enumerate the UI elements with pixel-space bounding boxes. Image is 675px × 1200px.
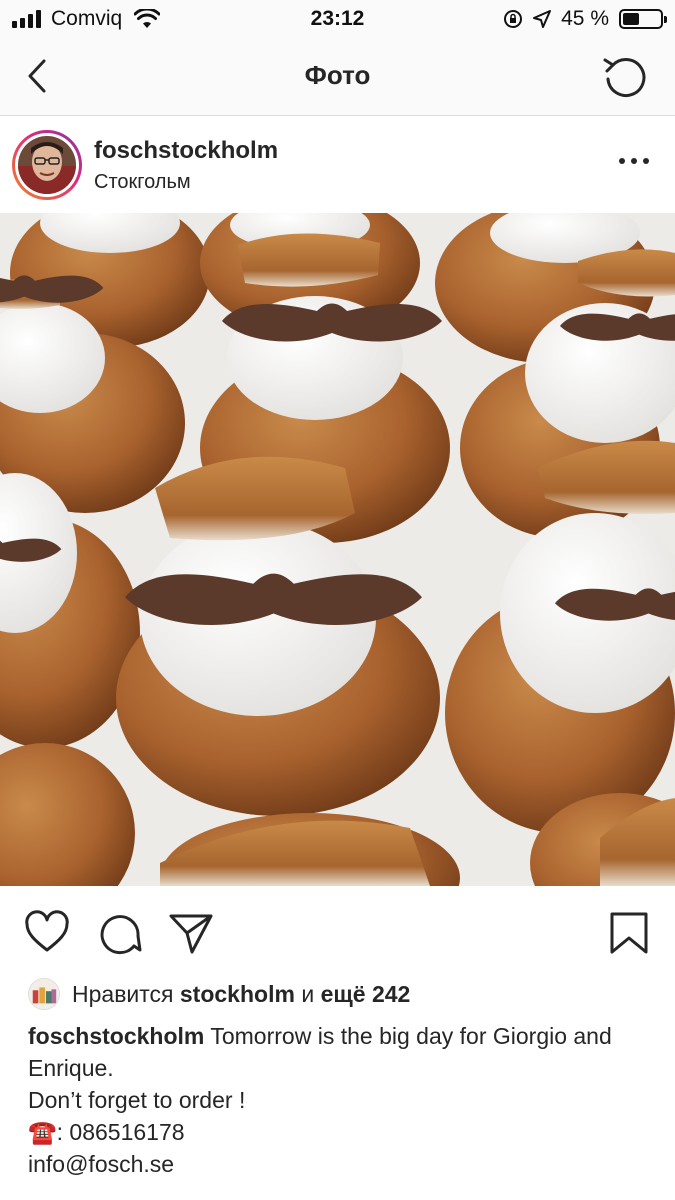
- likes-conjunction: и: [301, 980, 315, 1007]
- caption-line-2: Don’t forget to order !: [28, 1087, 246, 1113]
- post-photo[interactable]: [0, 213, 675, 886]
- action-bar: [0, 886, 675, 976]
- caption-username[interactable]: foschstockholm: [28, 1023, 204, 1049]
- status-right: 45 %: [503, 7, 667, 31]
- avatar-image: [18, 136, 76, 194]
- likes-others[interactable]: ещё 242: [321, 981, 411, 1008]
- liker-avatar: [28, 978, 60, 1010]
- orientation-lock-icon: [504, 10, 523, 28]
- caption-first-line: foschstockholm Tomorrow is the big day f…: [28, 1020, 658, 1084]
- status-bar: Comviq 23:12 45 %: [0, 0, 675, 38]
- share-icon[interactable]: [168, 910, 214, 956]
- battery-percent: 45 %: [561, 7, 609, 30]
- refresh-icon[interactable]: [601, 52, 649, 100]
- caption-phone-line: ☎️: 086516178: [28, 1116, 658, 1148]
- post-location[interactable]: Стокгольм: [94, 171, 191, 194]
- post-username[interactable]: foschstockholm: [94, 137, 278, 165]
- nav-bar: Фото: [0, 38, 675, 116]
- post-caption: foschstockholm Tomorrow is the big day f…: [28, 1020, 658, 1180]
- location-icon: [533, 10, 552, 28]
- caption-email[interactable]: info@fosch.se: [28, 1148, 658, 1180]
- likes-user[interactable]: stockholm: [180, 981, 295, 1008]
- photo-image: [0, 213, 675, 886]
- comment-icon[interactable]: [96, 910, 142, 956]
- caption-phone: : 086516178: [56, 1119, 185, 1145]
- heart-icon[interactable]: [24, 910, 70, 956]
- telephone-icon: ☎️: [28, 1119, 57, 1145]
- bookmark-icon[interactable]: [606, 910, 652, 956]
- post-header: foschstockholm Стокгольм: [0, 117, 675, 213]
- likes-line[interactable]: Нравится stockholm и ещё 242: [28, 976, 410, 1012]
- avatar[interactable]: [12, 130, 82, 200]
- likes-prefix: Нравится: [72, 980, 174, 1007]
- battery-fill: [623, 13, 640, 25]
- page-title: Фото: [304, 60, 371, 90]
- battery-icon: [619, 9, 667, 29]
- more-options-icon[interactable]: [619, 155, 649, 167]
